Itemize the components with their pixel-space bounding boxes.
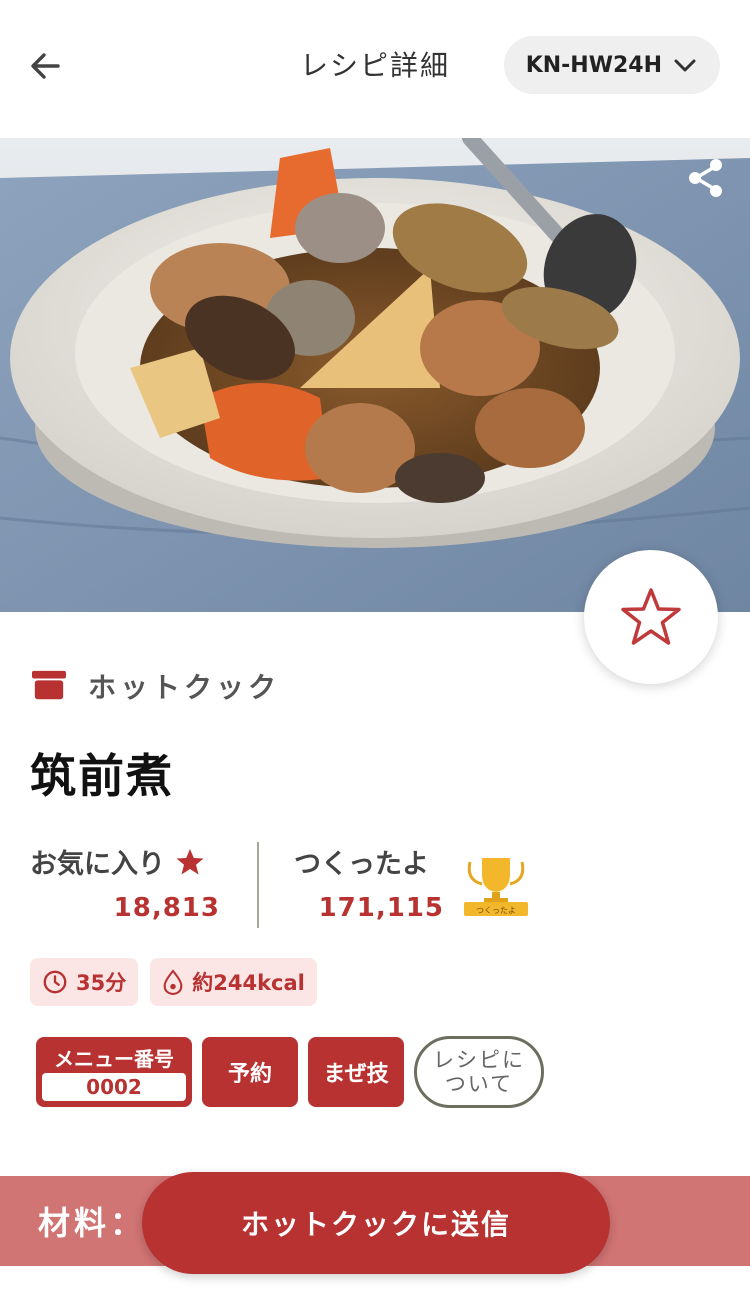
made-label: つくったよ: [294, 849, 429, 880]
reserve-tag[interactable]: 予約: [202, 1037, 298, 1107]
recipe-title: 筑前煮: [30, 749, 174, 803]
dish-illustration: [0, 138, 750, 612]
send-to-device-button[interactable]: ホットクックに送信: [142, 1172, 610, 1274]
menu-number-value: 0002: [42, 1073, 186, 1101]
favorites-count: 18,813: [113, 893, 220, 923]
model-label: KN-HW24H: [525, 52, 662, 78]
favorites-stat: お気に入り 18,813: [30, 842, 220, 923]
share-icon: [689, 159, 722, 197]
technique-tag[interactable]: まぜ技: [308, 1037, 404, 1107]
device-label: ホットクック: [88, 671, 281, 704]
time-chip: 35分: [30, 958, 139, 1006]
made-count: 171,115: [318, 893, 444, 923]
about-recipe-button[interactable]: レシピに ついて: [414, 1036, 544, 1108]
recipe-tags: メニュー番号 0002 予約 まぜ技 レシピに ついて: [36, 1036, 544, 1108]
about-line1: レシピに: [433, 1048, 525, 1072]
trophy-icon: つくったよ: [464, 858, 528, 916]
calorie-chip: 約244kcal: [150, 958, 317, 1006]
stats-divider: [257, 842, 259, 928]
menu-number-tag[interactable]: メニュー番号 0002: [36, 1037, 192, 1107]
recipe-chips: 35分 約244kcal: [30, 958, 317, 1006]
ingredients-label: 材料：: [38, 1204, 147, 1242]
trophy-text: つくったよ: [476, 906, 516, 915]
made-stat: つくったよ 171,115: [294, 842, 444, 923]
clock-icon: [43, 970, 67, 994]
star-outline-icon: [621, 588, 681, 645]
calorie-value: 約244kcal: [192, 971, 305, 995]
recipe-photo: [0, 138, 750, 612]
model-selector[interactable]: KN-HW24H: [503, 36, 720, 94]
device-row: ホットクック: [30, 666, 280, 706]
share-button[interactable]: [684, 156, 728, 200]
recipe-stats: お気に入り 18,813 つくったよ 171,115 つくったよ: [30, 842, 550, 932]
drop-icon: [163, 969, 183, 995]
time-value: 35分: [76, 971, 127, 995]
favorite-button[interactable]: [584, 550, 718, 684]
about-line2: ついて: [444, 1072, 514, 1096]
pot-icon: [32, 670, 66, 700]
app-header: レシピ詳細 KN-HW24H: [0, 0, 750, 138]
menu-number-label: メニュー番号: [54, 1047, 174, 1071]
favorites-label: お気に入り: [30, 849, 165, 880]
chevron-down-icon: [674, 59, 696, 72]
star-filled-icon: [176, 848, 204, 874]
